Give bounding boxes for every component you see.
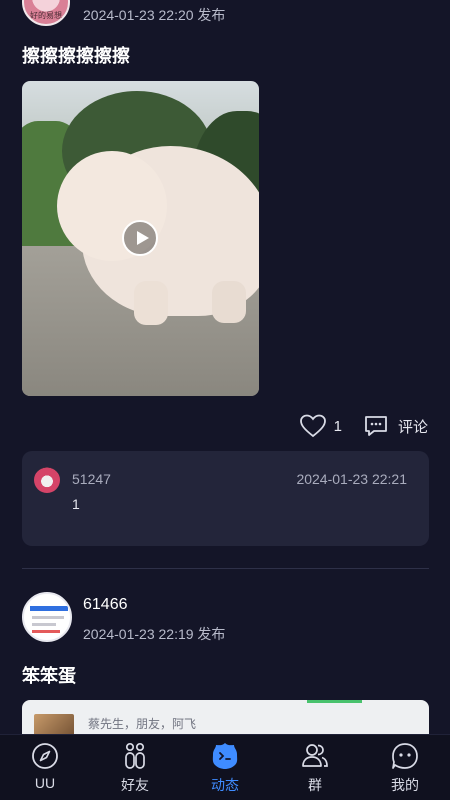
avatar-image (32, 623, 56, 626)
avatar-image (32, 630, 60, 633)
tab-uu[interactable]: UU (0, 735, 90, 800)
post-username[interactable]: 61466 (83, 596, 128, 614)
comment-timestamp: 2024-01-23 22:21 (296, 471, 407, 487)
image-accent (307, 700, 362, 703)
tab-label: UU (34, 775, 56, 791)
avatar-image (32, 616, 64, 619)
post-divider (22, 568, 429, 569)
video-frame-subject (212, 281, 246, 323)
comment-icon[interactable] (364, 415, 388, 437)
tab-groups[interactable]: 群 (270, 735, 360, 800)
avatar-image (30, 606, 68, 611)
heart-icon[interactable] (299, 414, 326, 438)
comment-text: 1 (72, 496, 80, 512)
image-caption: 蔡先生，朋友，阿飞 (88, 717, 197, 731)
tab-label: 动态 (211, 777, 239, 793)
tab-profile[interactable]: 我的 (360, 735, 450, 800)
comment-username[interactable]: 51247 (72, 471, 111, 487)
post-image[interactable]: 蔡先生，朋友，阿飞 (22, 700, 429, 736)
image-thumbnail (34, 714, 74, 736)
like-count: 1 (333, 417, 342, 435)
tab-label: 好友 (121, 777, 149, 793)
tab-label: 群 (308, 777, 322, 793)
tab-feed[interactable]: 动态 (180, 735, 270, 800)
bottom-tab-bar: UU 好友 动态 群 我的 (0, 734, 450, 800)
comment-avatar[interactable] (34, 467, 60, 493)
post-title: 笨笨蛋 (22, 666, 76, 686)
avatar-caption: 好的易想 (30, 11, 62, 20)
comment-list: 51247 2024-01-23 22:21 1 (22, 451, 429, 546)
video-frame-subject (134, 281, 168, 325)
tab-friends[interactable]: 好友 (90, 735, 180, 800)
play-icon[interactable] (122, 220, 158, 256)
post-actions: 1 评论 (299, 412, 428, 440)
feed-list[interactable]: 好的易想 2024-01-23 22:20 发布 擦擦擦擦擦擦 1 评论 512… (0, 0, 450, 736)
video-thumbnail[interactable] (22, 81, 259, 396)
comment-button[interactable]: 评论 (398, 416, 428, 437)
friends-icon (125, 742, 145, 769)
profile-icon (392, 743, 418, 769)
compass-icon (32, 743, 58, 769)
post-author-avatar[interactable] (22, 592, 72, 642)
post-timestamp: 2024-01-23 22:19 发布 (83, 626, 226, 642)
post-timestamp: 2024-01-23 22:20 发布 (83, 7, 226, 23)
group-icon (302, 744, 328, 767)
feed-icon (212, 743, 238, 769)
tab-label: 我的 (391, 777, 419, 793)
post-author-avatar[interactable]: 好的易想 (22, 0, 70, 26)
post-title: 擦擦擦擦擦擦 (22, 46, 130, 66)
